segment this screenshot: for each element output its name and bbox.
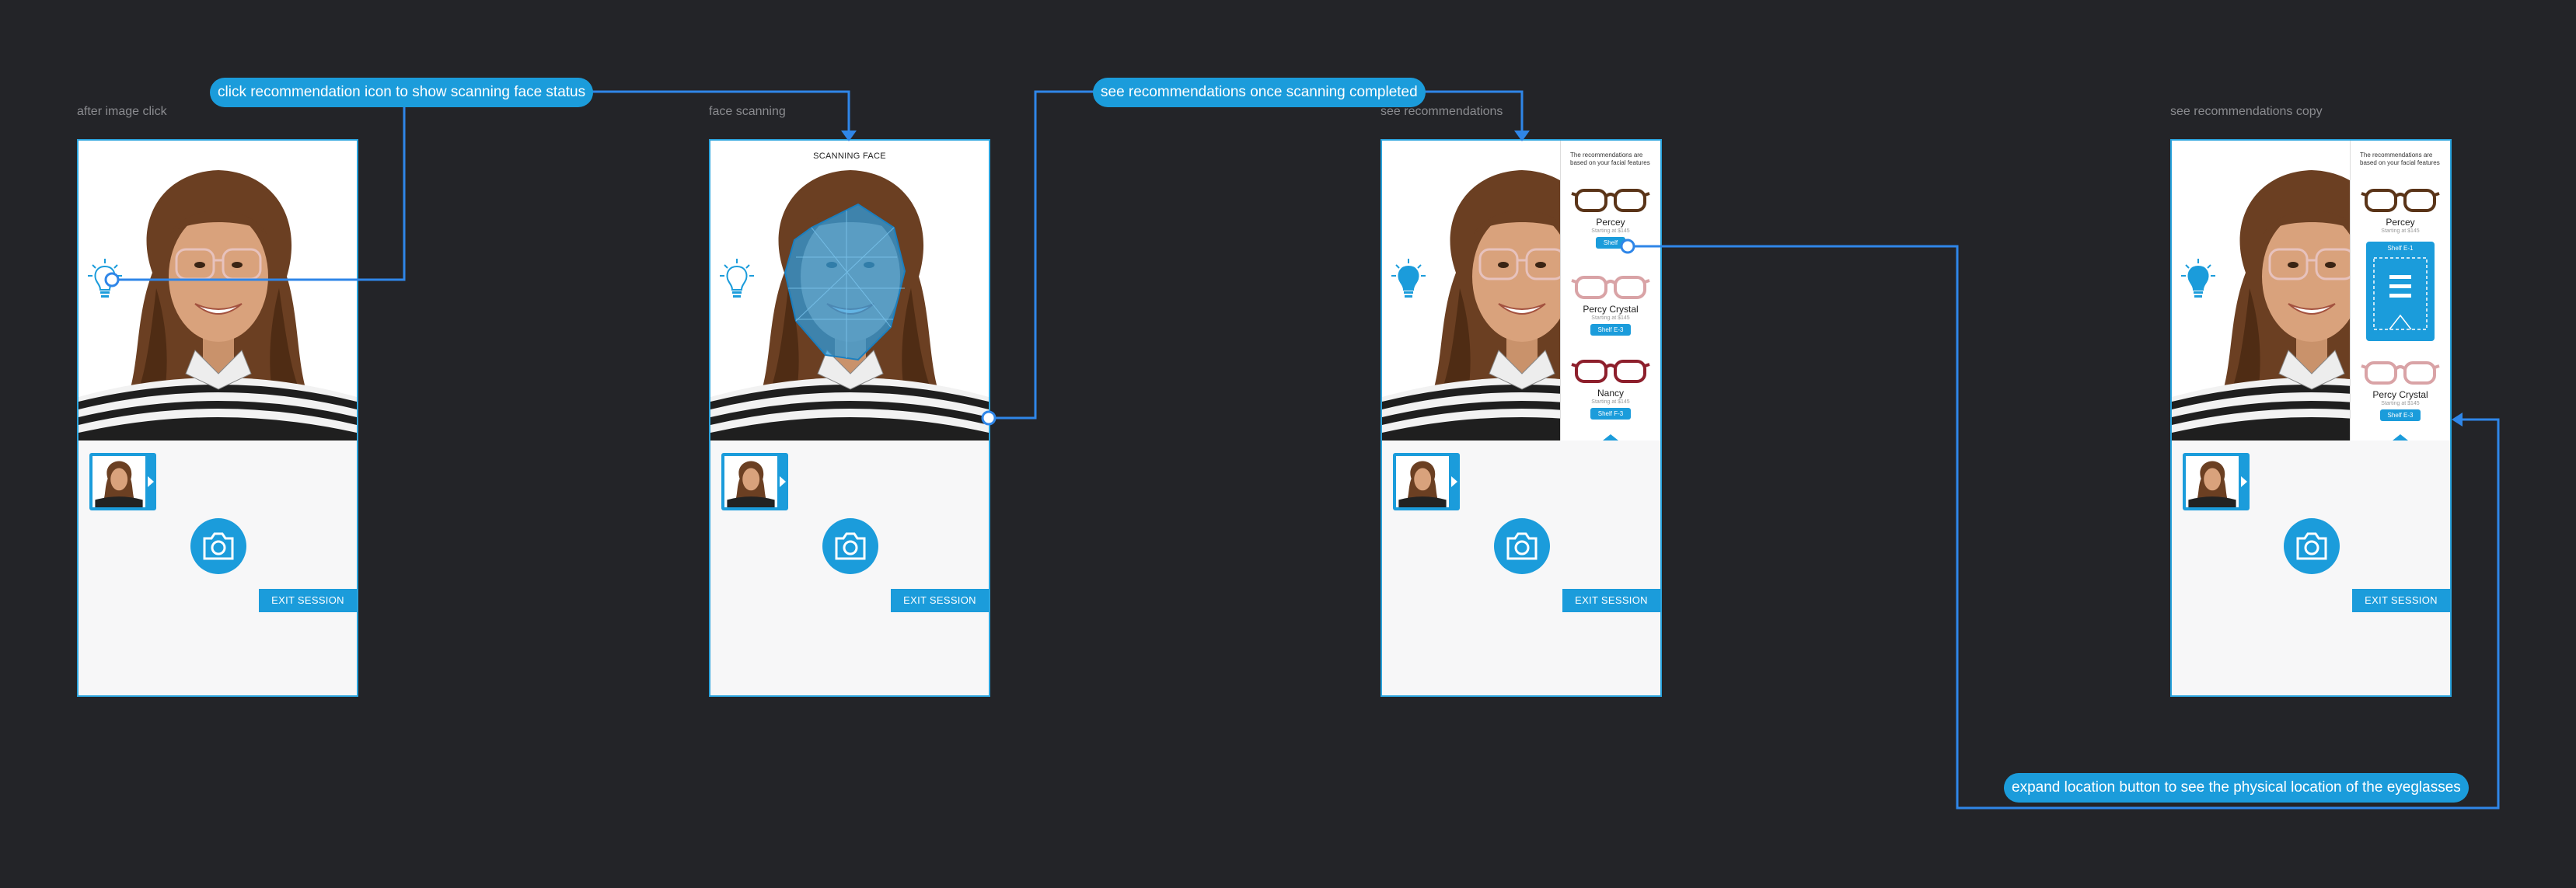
annotation-bubble-2: see recommendations once scanning comple… [1093,78,1426,107]
annotation-bubble-1: click recommendation icon to show scanni… [210,78,594,107]
flow-connectors [104,90,2500,810]
scanning-title: SCANNING FACE [813,151,886,161]
annotation-bubble-3: expand location button to see the physic… [2004,773,2469,803]
